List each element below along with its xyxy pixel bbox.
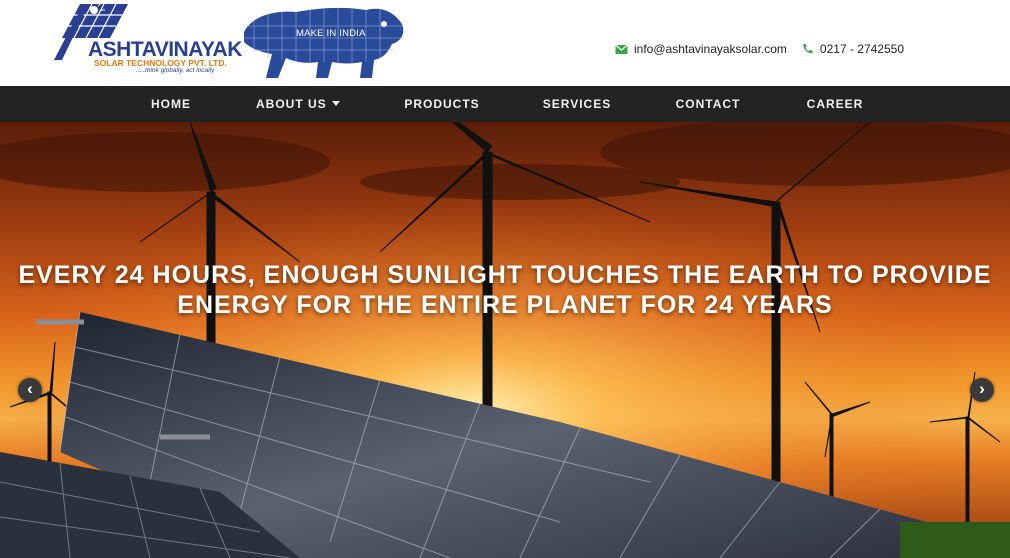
nav-home-label: HOME: [151, 97, 191, 111]
site-header: ASHTAVINAYAK SOLAR TECHNOLOGY PVT. LTD. …: [0, 0, 1010, 86]
nav-home[interactable]: HOME: [146, 86, 196, 122]
nav-contact[interactable]: CONTACT: [674, 86, 742, 122]
company-logo[interactable]: ASHTAVINAYAK SOLAR TECHNOLOGY PVT. LTD. …: [50, 4, 242, 78]
phone-icon: [803, 43, 813, 54]
main-navigation: HOME ABOUT US PRODUCTS SERVICES CONTACT …: [0, 86, 1010, 122]
chevron-right-icon: ›: [979, 379, 985, 398]
contact-info: info@ashtavinayaksolar.com 0217 - 274255…: [615, 42, 904, 56]
nav-contact-label: CONTACT: [675, 97, 741, 111]
brand-tagline: .....think globally, act locally: [136, 67, 215, 74]
nav-about-us[interactable]: ABOUT US: [256, 86, 340, 122]
nav-career-label: CAREER: [806, 97, 864, 111]
email-contact[interactable]: info@ashtavinayaksolar.com: [615, 42, 787, 56]
chevron-left-icon: ‹: [27, 379, 33, 398]
slider-prev-button[interactable]: ‹: [18, 378, 42, 402]
nav-about-us-label: ABOUT US: [256, 97, 327, 111]
nav-products-label: PRODUCTS: [404, 97, 480, 111]
nav-products[interactable]: PRODUCTS: [404, 86, 480, 122]
phone-number[interactable]: 0217 - 2742550: [820, 42, 904, 56]
phone-contact[interactable]: 0217 - 2742550: [801, 42, 904, 56]
make-in-india-logo: MAKE IN INDIA: [234, 2, 410, 82]
hero-headline: EVERY 24 HOURS, ENOUGH SUNLIGHT TOUCHES …: [0, 260, 1010, 320]
lion-icon: [244, 7, 404, 79]
hero-headline-line-2: ENERGY FOR THE ENTIRE PLANET FOR 24 YEAR…: [177, 291, 833, 319]
caret-down-icon: [331, 101, 340, 106]
slider-next-button[interactable]: ›: [970, 378, 994, 402]
hero-headline-line-1: EVERY 24 HOURS, ENOUGH SUNLIGHT TOUCHES …: [18, 261, 992, 289]
nav-services[interactable]: SERVICES: [542, 86, 612, 122]
nav-career[interactable]: CAREER: [806, 86, 864, 122]
make-in-india-label: MAKE IN INDIA: [296, 28, 366, 39]
hero-slider: EVERY 24 HOURS, ENOUGH SUNLIGHT TOUCHES …: [0, 122, 1010, 558]
email-address[interactable]: info@ashtavinayaksolar.com: [634, 42, 787, 56]
envelope-icon: [615, 44, 628, 54]
nav-services-label: SERVICES: [542, 97, 612, 111]
hero-background-image: [0, 122, 1010, 558]
